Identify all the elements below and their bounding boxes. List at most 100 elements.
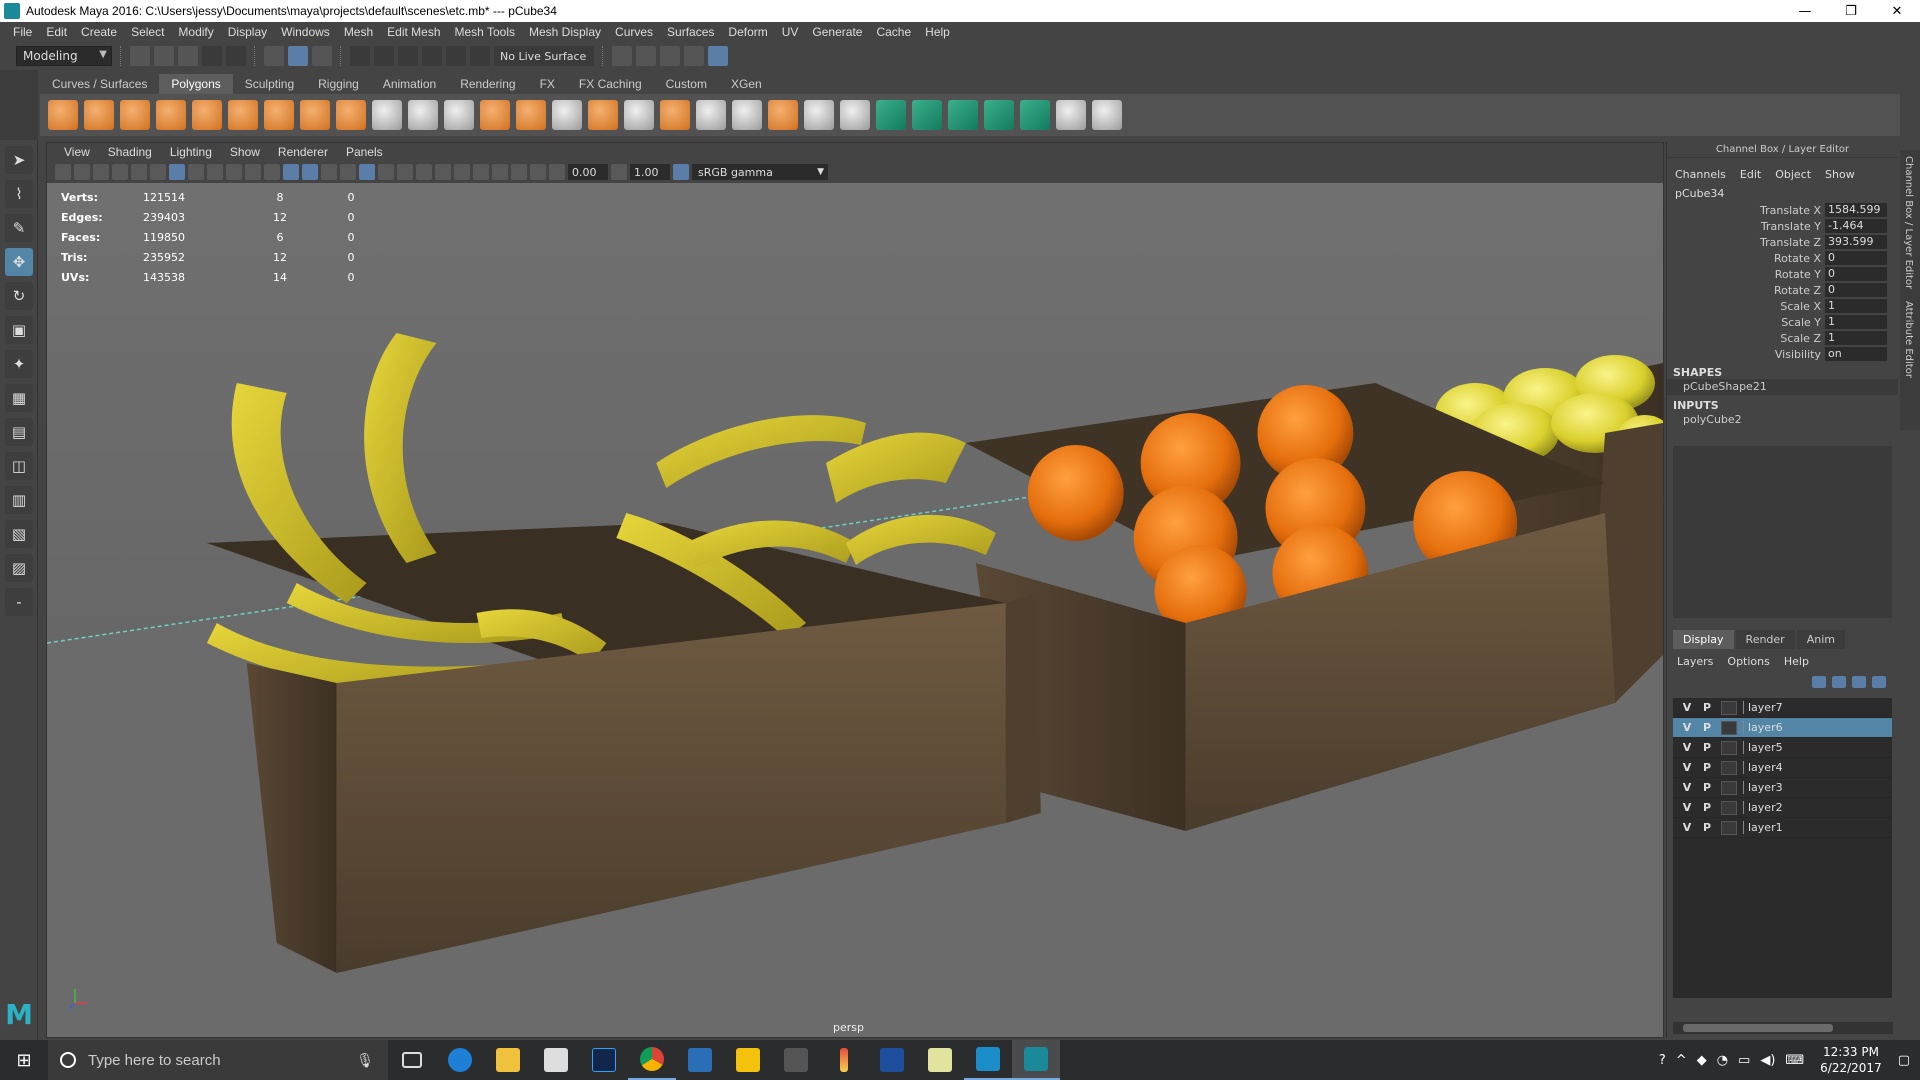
tab-animation[interactable]: Animation [371, 74, 448, 94]
menu-display[interactable]: Display [221, 25, 274, 39]
attr-value[interactable]: on [1825, 347, 1887, 361]
extrude-icon[interactable] [516, 100, 546, 130]
keyboard-icon[interactable]: ⌨ [1785, 1053, 1804, 1068]
layer-color-swatch[interactable] [1721, 740, 1737, 755]
attr-row[interactable]: Scale X 1 [1667, 298, 1898, 314]
collapse-icon[interactable]: - [5, 588, 33, 616]
visibility-toggle[interactable]: V [1677, 741, 1697, 754]
menu-uv[interactable]: UV [775, 25, 806, 39]
mirror-icon[interactable] [480, 100, 510, 130]
attr-value[interactable]: -1.464 [1825, 219, 1887, 233]
tab-display[interactable]: Display [1673, 630, 1734, 649]
snap-live-icon[interactable] [470, 46, 490, 66]
channel-menu-channels[interactable]: Channels [1675, 168, 1726, 181]
menu-edit[interactable]: Edit [39, 25, 74, 39]
layer-row[interactable]: V Player7 [1673, 698, 1892, 718]
attr-row[interactable]: Scale Z 1 [1667, 330, 1898, 346]
microphone-icon[interactable]: 🎙 [356, 1052, 374, 1069]
menu-mesh-display[interactable]: Mesh Display [522, 25, 608, 39]
input-node[interactable]: polyCube2 [1667, 412, 1898, 428]
move-tool-icon[interactable]: ✥ [5, 248, 33, 276]
vudu-icon[interactable] [868, 1040, 916, 1080]
motion-blur-icon[interactable] [416, 164, 432, 180]
panel-menu-show[interactable]: Show [221, 145, 269, 159]
attr-row[interactable]: Rotate Z 0 [1667, 282, 1898, 298]
attr-value[interactable]: 393.599 [1825, 235, 1887, 249]
exposure-field[interactable]: 0.00 [568, 164, 608, 180]
select-component-icon[interactable] [312, 46, 332, 66]
sticky-notes-icon[interactable] [724, 1040, 772, 1080]
attr-row[interactable]: Visibility on [1667, 346, 1898, 362]
menu-edit-mesh[interactable]: Edit Mesh [380, 25, 447, 39]
two-view-layout-icon[interactable]: ◫ [5, 452, 33, 480]
checker-icon[interactable] [1056, 100, 1086, 130]
bevel-icon[interactable] [588, 100, 618, 130]
maximize-button[interactable]: ❐ [1828, 0, 1874, 22]
tab-fx-caching[interactable]: FX Caching [567, 74, 654, 94]
layer-color-swatch[interactable] [1721, 820, 1737, 835]
poly-cube-icon[interactable] [84, 100, 114, 130]
render-settings-icon[interactable] [684, 46, 704, 66]
playback-toggle[interactable]: P [1697, 721, 1717, 734]
tab-sculpting[interactable]: Sculpting [233, 74, 306, 94]
file-explorer-icon[interactable] [484, 1040, 532, 1080]
custom-layout-icon[interactable]: ▨ [5, 554, 33, 582]
select-object-icon[interactable] [288, 46, 308, 66]
wifi-icon[interactable]: ◔ [1717, 1053, 1728, 1068]
menu-file[interactable]: File [6, 25, 39, 39]
combine-icon[interactable] [336, 100, 366, 130]
move-layer-up-icon[interactable] [1812, 676, 1826, 688]
attr-value[interactable]: 1584.599 [1825, 203, 1887, 217]
new-empty-layer-icon[interactable] [1852, 676, 1866, 688]
chrome-icon[interactable] [628, 1040, 676, 1080]
playback-toggle[interactable]: P [1697, 801, 1717, 814]
close-button[interactable]: ✕ [1874, 0, 1920, 22]
layer-color-swatch[interactable] [1721, 780, 1737, 795]
save-scene-icon[interactable] [178, 46, 198, 66]
tab-rigging[interactable]: Rigging [306, 74, 371, 94]
panel-menu-lighting[interactable]: Lighting [161, 145, 221, 159]
layer-row[interactable]: V Player5 [1673, 738, 1892, 758]
layer-row[interactable]: V Player2 [1673, 798, 1892, 818]
battery-icon[interactable]: ▭ [1738, 1053, 1750, 1068]
playback-toggle[interactable]: P [1697, 701, 1717, 714]
smooth-shade-icon[interactable] [302, 164, 318, 180]
poly-sphere-icon[interactable] [48, 100, 78, 130]
menu-mesh-tools[interactable]: Mesh Tools [448, 25, 522, 39]
layer-row[interactable]: V Player4 [1673, 758, 1892, 778]
attr-value[interactable]: 0 [1825, 283, 1887, 297]
tab-render[interactable]: Render [1735, 630, 1795, 649]
layer-name[interactable]: layer1 [1743, 821, 1783, 834]
shape-node[interactable]: pCubeShape21 [1667, 379, 1898, 395]
merge-icon[interactable] [768, 100, 798, 130]
ipr-render-icon[interactable] [660, 46, 680, 66]
multi-cut-icon[interactable] [624, 100, 654, 130]
render-current-icon[interactable] [636, 46, 656, 66]
menu-deform[interactable]: Deform [721, 25, 774, 39]
tab-fx[interactable]: FX [528, 74, 567, 94]
new-layer-from-selection-icon[interactable] [1872, 676, 1886, 688]
menu-cache[interactable]: Cache [869, 25, 918, 39]
gamma-field[interactable]: 1.00 [630, 164, 670, 180]
layer-name[interactable]: layer5 [1743, 741, 1783, 754]
visibility-toggle[interactable]: V [1677, 761, 1697, 774]
layer-menu-options[interactable]: Options [1727, 655, 1769, 668]
textured-icon[interactable] [340, 164, 356, 180]
poly-pyramid-icon[interactable] [264, 100, 294, 130]
layer-row[interactable]: V Player3 [1673, 778, 1892, 798]
store-icon[interactable] [532, 1040, 580, 1080]
attr-value[interactable]: 1 [1825, 331, 1887, 345]
playback-toggle[interactable]: P [1697, 781, 1717, 794]
undo-icon[interactable] [202, 46, 222, 66]
edge-browser-icon[interactable] [436, 1040, 484, 1080]
attr-value[interactable]: 1 [1825, 299, 1887, 313]
poly-torus-icon[interactable] [228, 100, 258, 130]
shadows-icon[interactable] [378, 164, 394, 180]
menu-create[interactable]: Create [74, 25, 124, 39]
poly-cylinder-icon[interactable] [120, 100, 150, 130]
notification-icon[interactable]: ▢ [1898, 1053, 1910, 1068]
panel-menu-shading[interactable]: Shading [99, 145, 161, 159]
menu-help[interactable]: Help [918, 25, 957, 39]
tab-polygons[interactable]: Polygons [159, 74, 233, 94]
attr-row[interactable]: Translate X 1584.599 [1667, 202, 1898, 218]
